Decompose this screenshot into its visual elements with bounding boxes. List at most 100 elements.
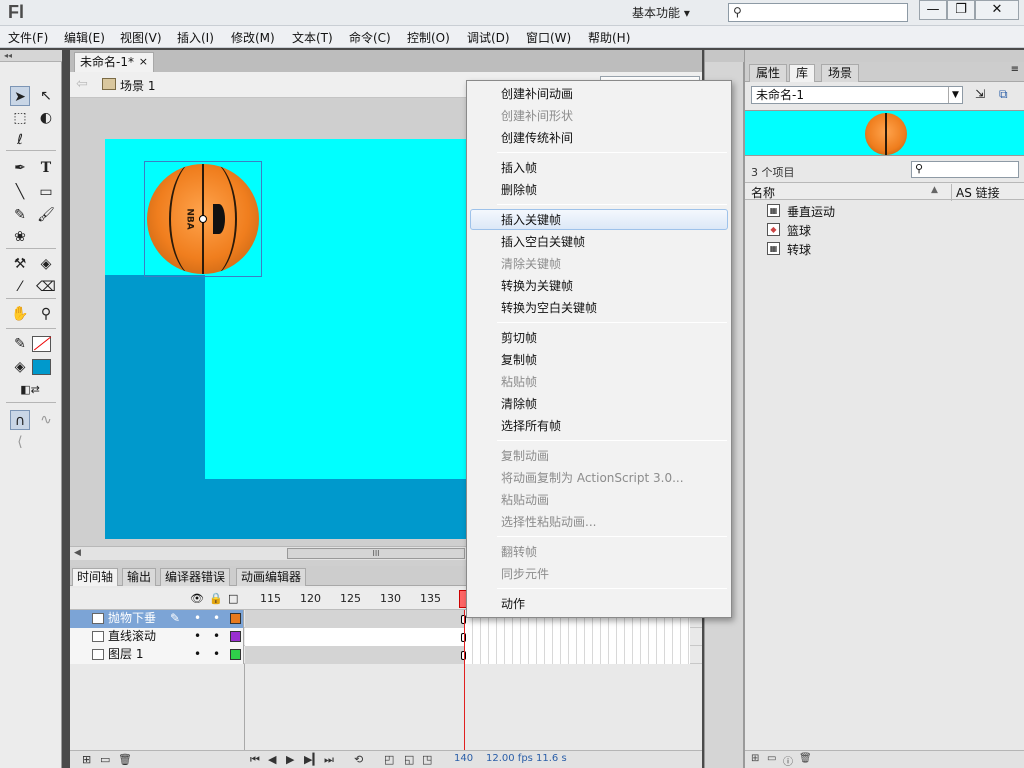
delete-icon[interactable]: 🗑: [799, 753, 812, 764]
menu-select-all-frames[interactable]: 选择所有帧: [501, 417, 561, 434]
menu-insert-blank-keyframe[interactable]: 插入空白关键帧: [501, 233, 585, 250]
menu-help[interactable]: 帮助(H): [588, 29, 630, 46]
swap-colors-icon[interactable]: ◧⇄: [20, 380, 40, 400]
lock-dot[interactable]: •: [213, 628, 220, 645]
visibility-dot[interactable]: •: [194, 610, 201, 627]
library-item[interactable]: ▦ 转球: [745, 239, 1024, 258]
layer-outline-color[interactable]: [230, 631, 241, 642]
layer-frames[interactable]: [245, 628, 465, 646]
menu-insert-frame[interactable]: 插入帧: [501, 159, 537, 176]
scroll-thumb[interactable]: III: [287, 548, 465, 559]
lock-icon[interactable]: 🔒: [209, 592, 223, 605]
lock-dot[interactable]: •: [213, 610, 220, 627]
hand-icon[interactable]: ✋: [10, 304, 30, 324]
scroll-left-icon[interactable]: ◀: [74, 548, 81, 558]
tab-motion-editor[interactable]: 动画编辑器: [236, 568, 307, 586]
new-layer-icon[interactable]: ⊞: [82, 753, 91, 766]
menu-clear-frames[interactable]: 清除帧: [501, 395, 537, 412]
zoom-icon[interactable]: ⚲: [36, 304, 56, 324]
menu-commands[interactable]: 命令(C): [349, 29, 391, 46]
layer-frames[interactable]: [245, 646, 465, 664]
library-item[interactable]: ◆ 篮球: [745, 220, 1024, 239]
scene-label[interactable]: 场景 1: [120, 77, 155, 94]
pin-icon[interactable]: ⇲: [975, 87, 985, 101]
layer-frames[interactable]: [245, 610, 465, 628]
document-tab[interactable]: 未命名-1* ×: [74, 52, 154, 72]
menu-create-classic-tween[interactable]: 创建传统补间: [501, 129, 573, 146]
new-symbol-icon[interactable]: ⊞: [751, 753, 759, 764]
tab-library[interactable]: 库: [789, 64, 816, 82]
panel-grip[interactable]: ◂◂: [0, 50, 62, 62]
lock-dot[interactable]: •: [213, 646, 220, 663]
free-transform-icon[interactable]: ⬚: [10, 108, 30, 128]
smooth-icon[interactable]: ∿: [36, 410, 56, 430]
menu-reverse-frames[interactable]: 翻转帧: [501, 543, 537, 560]
menu-create-shape-tween[interactable]: 创建补间形状: [501, 107, 573, 124]
tab-output[interactable]: 输出: [122, 568, 157, 586]
stroke-color-swatch[interactable]: [32, 336, 52, 352]
tab-scene[interactable]: 场景: [821, 64, 860, 82]
menu-create-motion-tween[interactable]: 创建补间动画: [501, 85, 573, 102]
tab-compiler-errors[interactable]: 编译器错误: [160, 568, 231, 586]
menu-synchronize-symbols[interactable]: 同步元件: [501, 565, 549, 582]
outline-icon[interactable]: □: [228, 592, 238, 605]
menu-debug[interactable]: 调试(D): [467, 29, 510, 46]
menu-edit[interactable]: 编辑(E): [64, 29, 105, 46]
menu-window[interactable]: 窗口(W): [526, 29, 571, 46]
menu-paste-motion[interactable]: 粘贴动画: [501, 491, 549, 508]
line-icon[interactable]: ╲: [10, 182, 30, 202]
menu-insert-keyframe[interactable]: 插入关键帧: [501, 211, 561, 228]
menu-file[interactable]: 文件(F): [8, 29, 48, 46]
selection-arrow-icon[interactable]: ➤: [10, 86, 30, 106]
layer-name[interactable]: 图层 1: [108, 647, 143, 661]
next-frame-icon[interactable]: ▶▎: [304, 753, 321, 766]
column-as-linkage[interactable]: AS 链接: [951, 184, 1000, 201]
subselection-icon[interactable]: ↖: [36, 86, 56, 106]
stage-shape-left[interactable]: [105, 275, 205, 539]
layer-outline-color[interactable]: [230, 649, 241, 660]
new-library-icon[interactable]: ⧉: [999, 87, 1008, 102]
selected-symbol-bounds[interactable]: NBA: [144, 161, 262, 277]
panel-grip[interactable]: [745, 50, 1024, 62]
bone-icon[interactable]: ⚒: [10, 254, 30, 274]
tab-properties[interactable]: 属性: [749, 64, 788, 82]
menu-text[interactable]: 文本(T): [292, 29, 333, 46]
menu-convert-to-keyframe[interactable]: 转换为关键帧: [501, 277, 573, 294]
properties-icon[interactable]: ⓘ: [783, 753, 793, 768]
library-document-select[interactable]: 未命名-1 ▼: [751, 86, 963, 104]
dock-grip[interactable]: [705, 50, 745, 62]
stroke-color-icon[interactable]: ✎: [10, 334, 30, 354]
minimize-button[interactable]: —: [919, 0, 947, 20]
prev-frame-icon[interactable]: ◀: [268, 753, 276, 766]
paint-bucket-icon[interactable]: ◈: [36, 254, 56, 274]
new-folder-icon[interactable]: ▭: [100, 753, 110, 766]
layer-name[interactable]: 抛物下垂: [108, 611, 156, 625]
workspace-switcher[interactable]: 基本功能 ▾: [632, 4, 716, 22]
menu-paste-frames[interactable]: 粘贴帧: [501, 373, 537, 390]
menu-copy-motion[interactable]: 复制动画: [501, 447, 549, 464]
library-item[interactable]: ▦ 垂直运动: [745, 201, 1024, 220]
menu-insert[interactable]: 插入(I): [177, 29, 214, 46]
menu-view[interactable]: 视图(V): [120, 29, 162, 46]
menu-convert-to-blank-keyframe[interactable]: 转换为空白关键帧: [501, 299, 597, 316]
menu-cut-frames[interactable]: 剪切帧: [501, 329, 537, 346]
eye-icon[interactable]: 👁: [190, 592, 204, 605]
straighten-icon[interactable]: ⟨: [10, 432, 30, 452]
sort-ascending-icon[interactable]: ▲: [931, 185, 938, 195]
snap-icon[interactable]: ∩: [10, 410, 30, 430]
layer-row[interactable]: 图层 1 • •: [70, 646, 702, 664]
brush-icon[interactable]: 🖌: [36, 205, 56, 225]
layer-outline-color[interactable]: [230, 613, 241, 624]
close-button[interactable]: ✕: [975, 0, 1019, 20]
menu-clear-keyframe[interactable]: 清除关键帧: [501, 255, 561, 272]
first-frame-icon[interactable]: ⏮: [250, 753, 260, 767]
library-search-input[interactable]: ⚲: [911, 161, 1019, 178]
close-icon[interactable]: ×: [139, 53, 148, 71]
visibility-dot[interactable]: •: [194, 628, 201, 645]
menu-modify[interactable]: 修改(M): [231, 29, 275, 46]
back-arrow-icon[interactable]: ⇦: [76, 76, 88, 92]
layer-row[interactable]: 直线滚动 • •: [70, 628, 702, 646]
eraser-icon[interactable]: ⌫: [36, 277, 56, 297]
menu-copy-frames[interactable]: 复制帧: [501, 351, 537, 368]
pen-icon[interactable]: ✒: [10, 158, 30, 178]
